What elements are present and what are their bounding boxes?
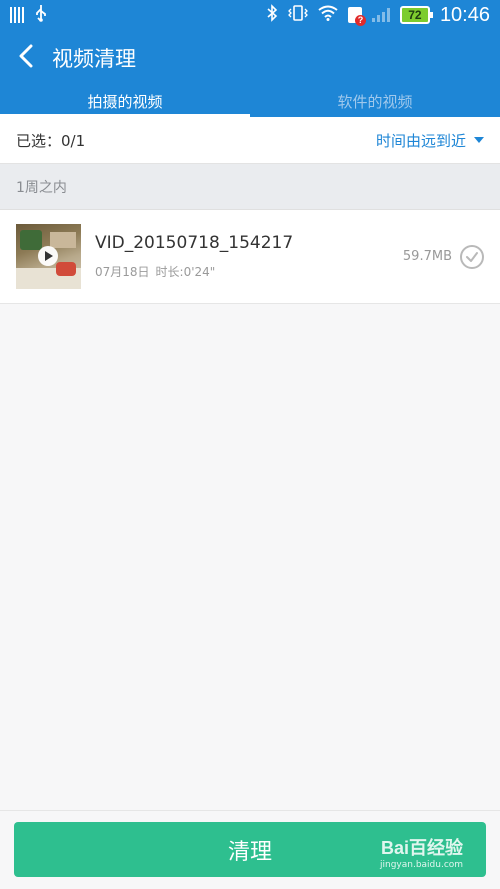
sort-dropdown[interactable]: 时间由远到近 [376, 130, 484, 151]
sort-label: 时间由远到近 [375, 131, 466, 150]
page-title: 视频清理 [52, 46, 136, 71]
tab-app-videos[interactable]: 软件的视频 [250, 85, 500, 117]
video-info: VID_20150718_154217 07月18日 时长:0'24" [95, 233, 403, 280]
back-arrow-icon [18, 44, 34, 72]
selection-bar: 已选：0/1 时间由远到近 [0, 117, 500, 164]
bluetooth-icon [266, 4, 278, 26]
video-thumbnail[interactable] [16, 224, 81, 289]
tab-bar: 拍摄的视频 软件的视频 [0, 85, 500, 117]
section-header: 1周之内 [0, 164, 500, 210]
section-title: 1周之内 [16, 179, 67, 196]
video-name: VID_20150718_154217 [95, 233, 294, 253]
caret-down-icon [474, 137, 484, 143]
video-size: 59.7MB [402, 249, 452, 264]
back-button[interactable] [0, 30, 52, 85]
sim-icon [10, 7, 24, 23]
list-item[interactable]: VID_20150718_154217 07月18日 时长:0'24" 59.7… [0, 210, 500, 304]
battery-icon: 72 [399, 6, 433, 24]
signal-icon [371, 8, 390, 22]
watermark-logo: Bai百经验 [381, 838, 464, 858]
watermark: Bai百经验 jingyan.baidu.com [380, 834, 463, 870]
clock: 10:46 [439, 3, 490, 26]
battery-level: 72 [408, 8, 422, 22]
video-duration: 时长:0'24" [155, 265, 216, 279]
selected-count: 已选：0/1 [16, 131, 86, 150]
alert-icon [347, 7, 366, 26]
play-icon[interactable] [38, 246, 58, 266]
checkbox-icon[interactable] [460, 244, 484, 269]
status-left [10, 4, 48, 26]
vibrate-icon [288, 4, 308, 26]
status-right: 72 10:46 [266, 4, 490, 27]
tab-captured-videos[interactable]: 拍摄的视频 [0, 85, 250, 117]
wifi-icon [318, 5, 338, 25]
video-date: 07月18日 [95, 265, 150, 279]
status-bar: 72 10:46 [0, 0, 500, 30]
app-header: 视频清理 [0, 30, 500, 85]
video-meta: 07月18日 时长:0'24" [95, 263, 403, 280]
usb-icon [34, 4, 48, 26]
watermark-url: jingyan.baidu.com [380, 860, 464, 870]
